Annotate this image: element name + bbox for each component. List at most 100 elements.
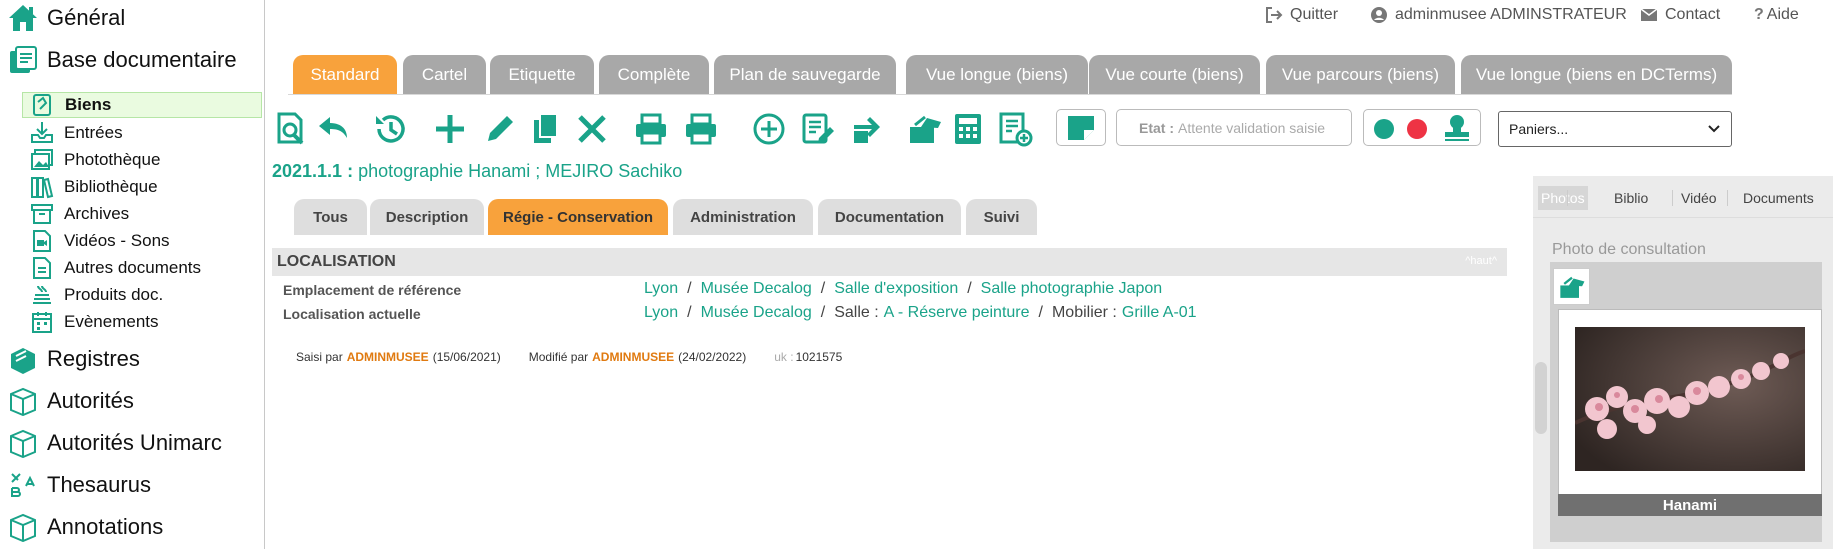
mail-icon (1640, 6, 1658, 24)
copy-icon (528, 111, 564, 147)
stamp-icon[interactable] (1442, 113, 1472, 143)
tab-complete[interactable]: Complète (599, 55, 709, 95)
cube-icon (8, 386, 38, 416)
location-link[interactable]: Lyon (644, 304, 678, 322)
chevron-down-icon (1707, 122, 1721, 136)
tab-vue-courte-biens[interactable]: Vue courte (biens) (1089, 55, 1260, 95)
logout-icon (1265, 6, 1283, 24)
printer-icon (633, 111, 669, 147)
preview-button[interactable] (274, 111, 310, 147)
pencil-icon (482, 111, 518, 147)
plus-icon (432, 111, 468, 147)
nav-autorites-unimarc[interactable]: Autorités Unimarc (8, 427, 222, 459)
sidebar-item-bibliotheque[interactable]: Bibliothèque (22, 174, 262, 200)
tab-etiquette[interactable]: Etiquette (490, 55, 594, 95)
panel-tab-photos[interactable]: Photos (1538, 186, 1588, 210)
location-link[interactable]: Musée Decalog (701, 304, 812, 322)
sidebar-item-biens[interactable]: Biens (22, 92, 262, 118)
video-file-icon (30, 229, 54, 253)
subtab-regie-conservation[interactable]: Régie - Conservation (488, 199, 668, 235)
nav-autorites[interactable]: Autorités (8, 385, 134, 417)
contact-link[interactable]: Contact (1640, 6, 1720, 24)
panel-tab-video[interactable]: Vidéo (1681, 186, 1717, 210)
record-name: photographie Hanami ; MEJIRO Sachiko (358, 161, 683, 181)
edit-button[interactable] (482, 111, 518, 147)
user-link[interactable]: adminmusee ADMINSTRATEUR (1370, 6, 1627, 24)
subtab-documentation[interactable]: Documentation (818, 199, 961, 235)
back-button[interactable] (316, 111, 352, 147)
modified-by-user: ADMINMUSEE (592, 350, 675, 364)
file-icon (30, 256, 54, 280)
photo-caption: Hanami (1558, 494, 1822, 516)
subtab-suivi[interactable]: Suivi (966, 199, 1037, 235)
inbox-icon (30, 121, 54, 145)
tab-standard[interactable]: Standard (293, 55, 397, 95)
sticky-note-button[interactable] (1056, 109, 1106, 146)
print-button[interactable] (633, 111, 669, 147)
reject-red-button[interactable] (1407, 119, 1427, 139)
mobilier-label: Mobilier : (1051, 304, 1117, 321)
thesaurus-icon (8, 470, 38, 500)
calculator-button[interactable] (950, 111, 986, 147)
back-to-top-link[interactable]: ^haut^ (1465, 255, 1497, 267)
location-link[interactable]: Musée Decalog (701, 280, 812, 298)
history-button[interactable] (373, 111, 409, 147)
panel-tab-biblio[interactable]: Biblio (1614, 186, 1648, 210)
nav-base-documentaire[interactable]: Base documentaire (8, 44, 237, 76)
cube-icon (8, 428, 38, 458)
tab-plan-de-sauvegarde[interactable]: Plan de sauvegarde (714, 55, 896, 95)
add-button[interactable] (432, 111, 468, 147)
sidebar-item-autres-documents[interactable]: Autres documents (22, 255, 262, 281)
panel-tab-documents[interactable]: Documents (1743, 186, 1814, 210)
subtab-administration[interactable]: Administration (673, 199, 813, 235)
quit-link[interactable]: Quitter (1265, 6, 1338, 24)
photo-thumbnail[interactable] (1575, 327, 1805, 471)
sidebar-item-phototheque[interactable]: Photothèque (22, 147, 262, 173)
location-link[interactable]: Lyon (644, 280, 678, 298)
close-icon (574, 111, 610, 147)
subtab-tous[interactable]: Tous (294, 199, 367, 235)
record-metadata: Saisi par ADMINMUSEE (15/06/2021) Modifi… (296, 350, 843, 364)
validate-green-button[interactable] (1374, 119, 1394, 139)
nav-general[interactable]: Général (8, 2, 125, 34)
note-add-icon (997, 111, 1033, 147)
move-location-button[interactable] (907, 111, 943, 147)
calculator-icon (950, 111, 986, 147)
delete-button[interactable] (574, 111, 610, 147)
transfer-button[interactable] (850, 111, 886, 147)
print-list-button[interactable] (683, 111, 719, 147)
location-link[interactable]: Salle d'exposition (834, 280, 958, 298)
location-link[interactable]: Salle photographie Japon (981, 280, 1162, 298)
tab-cartel[interactable]: Cartel (403, 55, 486, 95)
location-link[interactable]: A - Réserve peinture (884, 304, 1030, 322)
subtab-description[interactable]: Description (370, 199, 484, 235)
nav-registres[interactable]: Registres (8, 343, 140, 375)
tab-vue-longue-biens[interactable]: Vue longue (biens) (906, 55, 1088, 95)
documents-icon (8, 45, 38, 75)
add-note-button[interactable] (997, 111, 1033, 147)
photo-move-button[interactable] (1553, 268, 1590, 305)
help-link[interactable]: ? Aide (1754, 6, 1799, 24)
tab-vue-parcours-biens[interactable]: Vue parcours (biens) (1266, 55, 1455, 95)
edit-list-button[interactable] (800, 111, 836, 147)
panel-collapse-handle[interactable] (1535, 362, 1547, 434)
duplicate-button[interactable] (528, 111, 564, 147)
books-icon (30, 175, 54, 199)
location-link[interactable]: Grille A-01 (1122, 304, 1197, 322)
tab-vue-longue-dcterms[interactable]: Vue longue (biens en DCTerms) (1461, 55, 1732, 95)
sidebar-item-entrees[interactable]: Entrées (22, 120, 262, 146)
paniers-select[interactable]: Paniers... (1498, 111, 1732, 147)
registers-icon (8, 344, 38, 374)
preview-search-icon (274, 111, 310, 147)
record-number: 2021.1.1 : (272, 161, 354, 181)
field-label-emplacement-reference: Emplacement de référence (283, 282, 462, 298)
add-circle-button[interactable] (751, 111, 787, 147)
sidebar-item-evenements[interactable]: Evènements (22, 309, 262, 335)
nav-thesaurus[interactable]: Thesaurus (8, 469, 151, 501)
nav-annotations[interactable]: Annotations (8, 511, 163, 543)
sticky-note-icon (1066, 115, 1096, 141)
sidebar-item-videos-sons[interactable]: Vidéos - Sons (22, 228, 262, 254)
calendar-icon (30, 310, 54, 334)
sidebar-item-produits-doc[interactable]: Produits doc. (22, 282, 262, 308)
sidebar-item-archives[interactable]: Archives (22, 201, 262, 227)
